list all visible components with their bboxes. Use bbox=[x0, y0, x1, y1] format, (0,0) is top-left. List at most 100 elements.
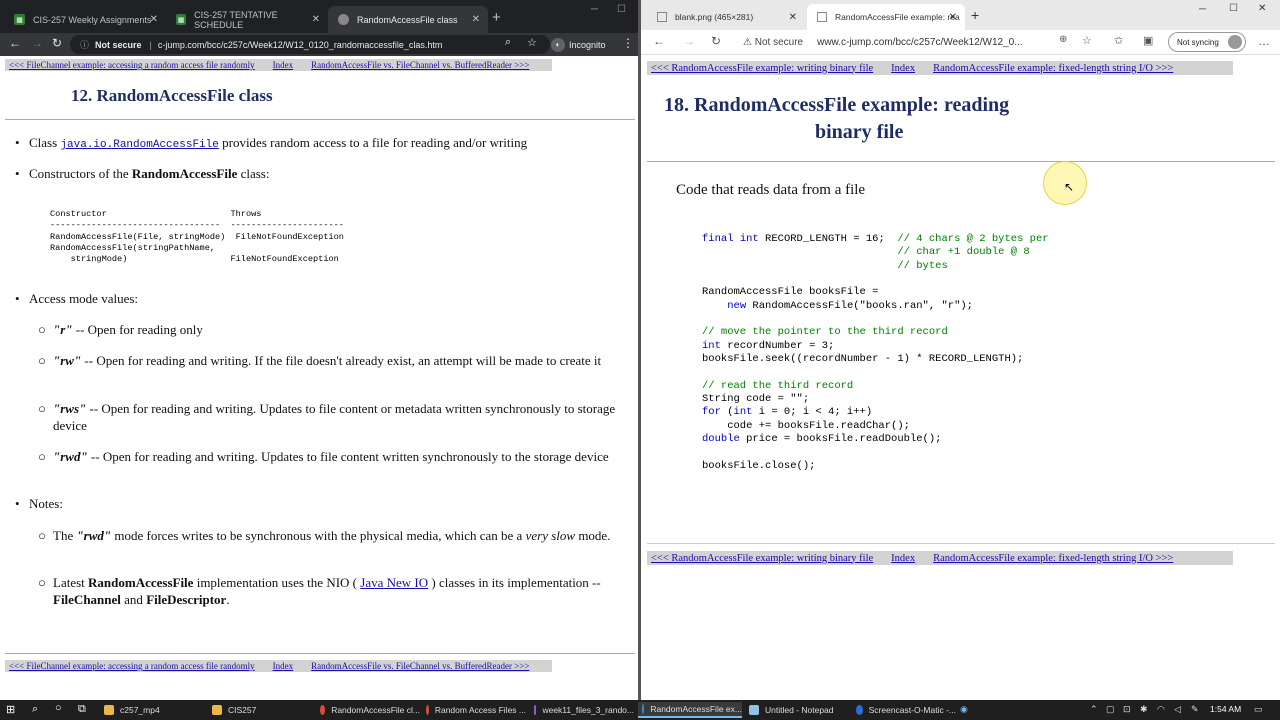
bullet-class: • Class java.io.RandomAccessFile provide… bbox=[15, 135, 528, 151]
tray-up-arrow-icon[interactable]: ⌃ bbox=[1090, 704, 1098, 715]
screencast-icon bbox=[856, 705, 863, 715]
reload-icon[interactable]: ↻ bbox=[52, 36, 62, 50]
taskbar-item-c257-mp4[interactable]: c257_mp4 bbox=[100, 702, 204, 718]
sync-button[interactable]: Not syncing bbox=[1168, 32, 1246, 52]
tray-network-icon[interactable]: ⊡ bbox=[1123, 704, 1131, 715]
bullet-access-modes: • Access mode values: bbox=[15, 291, 139, 306]
minimize-icon[interactable]: ─ bbox=[591, 4, 598, 15]
notepad-icon bbox=[749, 705, 759, 715]
note-nio: ○ Latest RandomAccessFile implementation… bbox=[38, 575, 601, 607]
maximize-icon[interactable]: ☐ bbox=[617, 4, 626, 15]
index-link[interactable]: Index bbox=[891, 63, 915, 74]
url-text: www.c-jump.com/bcc/c257c/Week12/W12_0... bbox=[817, 37, 1023, 48]
chrome-icon bbox=[426, 705, 429, 715]
tray-app-icon[interactable]: ◉ bbox=[960, 704, 968, 715]
maximize-icon[interactable]: ☐ bbox=[1229, 3, 1238, 14]
forward-icon[interactable]: → bbox=[31, 36, 43, 50]
notifications-icon[interactable]: ▭ bbox=[1254, 704, 1263, 715]
taskbar-item-screencast[interactable]: Screencast-O-Matic -... bbox=[852, 702, 956, 718]
page-icon bbox=[817, 12, 827, 22]
menu-icon[interactable]: … bbox=[1258, 34, 1270, 48]
taskbar-item-edge-raf-example[interactable]: RandomAccessFile ex... bbox=[638, 702, 742, 718]
profile-avatar bbox=[1228, 35, 1242, 49]
clock[interactable]: 1:54 AM bbox=[1210, 704, 1241, 714]
menu-icon[interactable]: ⋮ bbox=[622, 36, 634, 50]
tab-blank-png[interactable]: blank.png (465×281) ✕ bbox=[647, 4, 805, 30]
page-title: 12. RandomAccessFile class bbox=[71, 86, 273, 105]
next-page-link[interactable]: RandomAccessFile example: fixed-length s… bbox=[933, 63, 1173, 74]
right-tab-strip: blank.png (465×281) ✕ RandomAccessFile e… bbox=[641, 0, 1280, 30]
next-page-link[interactable]: RandomAccessFile vs. FileChannel vs. Buf… bbox=[311, 60, 529, 70]
search-icon[interactable]: ⌕ bbox=[505, 36, 511, 49]
chrome-icon bbox=[320, 705, 326, 715]
forward-icon[interactable]: → bbox=[683, 34, 695, 48]
collections-icon[interactable]: ▣ bbox=[1143, 34, 1153, 47]
reload-icon[interactable]: ↻ bbox=[711, 34, 721, 48]
favorites-add-icon[interactable]: ☆ bbox=[1082, 34, 1092, 47]
tray-camera-icon[interactable]: ▢ bbox=[1106, 704, 1115, 715]
tray-wifi-icon[interactable]: ◠ bbox=[1157, 704, 1165, 715]
divider bbox=[5, 653, 635, 654]
mouse-cursor-icon: ↖ bbox=[1064, 180, 1075, 194]
note-rwd: ○ The "rwd" mode forces writes to be syn… bbox=[38, 528, 611, 543]
close-tab-icon[interactable]: ✕ bbox=[472, 14, 480, 25]
divider bbox=[5, 119, 635, 120]
bookmark-star-icon[interactable]: ☆ bbox=[527, 36, 537, 49]
page-title-line2: binary file bbox=[815, 121, 904, 143]
next-page-link[interactable]: RandomAccessFile example: fixed-length s… bbox=[933, 553, 1173, 564]
security-label: Not secure bbox=[95, 39, 142, 50]
new-tab-icon[interactable]: + bbox=[971, 7, 979, 23]
close-tab-icon[interactable]: ✕ bbox=[789, 12, 797, 23]
prev-page-link[interactable]: <<< RandomAccessFile example: writing bi… bbox=[651, 63, 873, 74]
tab-weekly-assignments[interactable]: ▦ CIS-257 Weekly Assignments ✕ bbox=[4, 6, 166, 33]
mode-rws: ○ "rws" -- Open for reading and writing.… bbox=[38, 401, 616, 433]
prev-page-link[interactable]: <<< RandomAccessFile example: writing bi… bbox=[651, 553, 873, 564]
sheets-icon: ▦ bbox=[14, 14, 25, 25]
start-icon[interactable]: ⊞ bbox=[6, 703, 15, 716]
close-tab-icon[interactable]: ✕ bbox=[150, 14, 158, 25]
sheets-icon: ▦ bbox=[176, 14, 187, 25]
java-new-io-link[interactable]: Java New IO bbox=[360, 575, 428, 590]
tray-bluetooth-icon[interactable]: ✱ bbox=[1140, 704, 1148, 715]
tab-randomaccessfile-example[interactable]: RandomAccessFile example: rea ✕ bbox=[807, 4, 965, 30]
minimize-icon[interactable]: ─ bbox=[1199, 4, 1206, 15]
incognito-badge[interactable]: ◐ Incognito bbox=[551, 36, 606, 53]
close-window-icon[interactable]: ✕ bbox=[1258, 3, 1266, 14]
left-toolbar: ← → ↻ ⓘ Not secure | c-jump.com/bcc/c257… bbox=[0, 33, 640, 56]
divider bbox=[647, 161, 1275, 162]
bottom-nav-bar: <<< FileChannel example: accessing a ran… bbox=[5, 660, 552, 672]
favorites-icon[interactable]: ✩ bbox=[1114, 34, 1123, 47]
constructor-table: Constructor Throws ---------------------… bbox=[50, 209, 344, 265]
taskbar-item-chrome-raf-class[interactable]: RandomAccessFile cl... bbox=[316, 702, 420, 718]
close-tab-icon[interactable]: ✕ bbox=[312, 14, 320, 25]
task-view-icon[interactable]: ⧉ bbox=[78, 703, 86, 716]
class-link[interactable]: java.io.RandomAccessFile bbox=[60, 139, 218, 151]
tab-randomaccessfile-class[interactable]: RandomAccessFile class ✕ bbox=[328, 6, 488, 33]
address-bar[interactable]: ⚠ Not secure www.c-jump.com/bcc/c257c/We… bbox=[743, 33, 1023, 52]
address-bar[interactable]: ⓘ Not secure | c-jump.com/bcc/c257c/Week… bbox=[70, 35, 550, 54]
index-link[interactable]: Index bbox=[891, 553, 915, 564]
index-link[interactable]: Index bbox=[273, 60, 294, 70]
zoom-icon[interactable]: ⊕ bbox=[1059, 34, 1067, 45]
tray-pen-icon[interactable]: ✎ bbox=[1191, 704, 1199, 715]
taskbar-item-chrome-raf-files[interactable]: Random Access Files ... bbox=[422, 702, 526, 718]
close-tab-icon[interactable]: ✕ bbox=[949, 12, 957, 23]
prev-page-link[interactable]: <<< FileChannel example: accessing a ran… bbox=[9, 661, 255, 671]
right-browser-window: blank.png (465×281) ✕ RandomAccessFile e… bbox=[641, 0, 1280, 700]
back-icon[interactable]: ← bbox=[653, 34, 665, 48]
back-icon[interactable]: ← bbox=[9, 36, 21, 50]
prev-page-link[interactable]: <<< FileChannel example: accessing a ran… bbox=[9, 60, 255, 70]
taskbar-item-vs-week11[interactable]: week11_files_3_rando... bbox=[530, 702, 634, 718]
new-tab-icon[interactable]: + bbox=[492, 9, 501, 26]
index-link[interactable]: Index bbox=[273, 661, 294, 671]
tray-volume-icon[interactable]: ◁ bbox=[1174, 704, 1181, 715]
mode-rw: ○ "rw" -- Open for reading and writing. … bbox=[38, 353, 602, 368]
code-block: final int RECORD_LENGTH = 16; // 4 chars… bbox=[702, 233, 1049, 472]
tab-tentative-schedule[interactable]: ▦ CIS-257 TENTATIVE SCHEDULE ✕ bbox=[166, 6, 328, 33]
taskbar-item-cis257[interactable]: CIS257 bbox=[208, 702, 312, 718]
taskbar: ⊞ ⌕ ○ ⧉ c257_mp4 CIS257 RandomAccessFile… bbox=[0, 700, 1280, 720]
cortana-icon[interactable]: ○ bbox=[55, 702, 62, 714]
taskbar-item-notepad[interactable]: Untitled - Notepad bbox=[745, 702, 849, 718]
search-icon[interactable]: ⌕ bbox=[32, 703, 38, 716]
next-page-link[interactable]: RandomAccessFile vs. FileChannel vs. Buf… bbox=[311, 661, 529, 671]
